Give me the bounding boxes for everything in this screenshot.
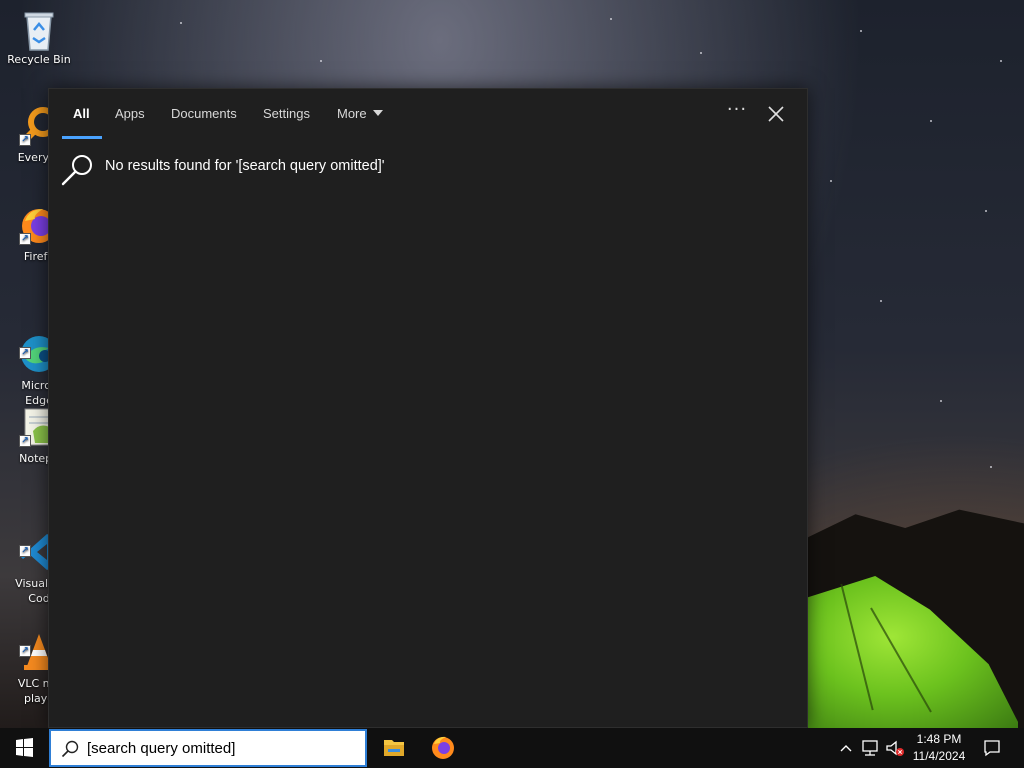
notification-icon xyxy=(984,740,1000,757)
clock-time: 1:48 PM xyxy=(916,732,962,746)
firefox-icon xyxy=(432,736,454,759)
shortcut-arrow-icon: ↗ xyxy=(19,347,31,359)
shortcut-arrow-icon: ↗ xyxy=(19,545,31,557)
shortcut-arrow-icon: ↗ xyxy=(19,233,31,245)
shortcut-arrow-icon: ↗ xyxy=(19,645,31,657)
taskbar-firefox[interactable] xyxy=(421,728,465,768)
search-panel: All Apps Documents Settings More ··· No … xyxy=(48,88,808,728)
show-hidden-icons[interactable] xyxy=(838,738,854,758)
search-tabs: All Apps Documents Settings More ··· xyxy=(49,89,807,139)
network-icon xyxy=(862,740,878,756)
desktop-icon-label: Recycle Bin xyxy=(7,53,71,66)
no-results-text: No results found for '[search query omit… xyxy=(105,158,385,174)
search-input[interactable] xyxy=(87,737,357,759)
chevron-down-icon xyxy=(372,110,383,116)
ellipsis-icon[interactable]: ··· xyxy=(725,101,749,125)
tab-apps[interactable]: Apps xyxy=(115,106,145,121)
taskbar-file-explorer[interactable] xyxy=(372,728,416,768)
taskbar-clock[interactable]: 1:48 PM 11/4/2024 xyxy=(906,731,972,765)
search-icon xyxy=(61,740,79,758)
shortcut-arrow-icon: ↗ xyxy=(19,134,31,146)
tab-settings[interactable]: Settings xyxy=(263,106,310,121)
network-status[interactable] xyxy=(860,738,882,758)
taskbar-search-box[interactable] xyxy=(49,729,367,767)
shortcut-arrow-icon: ↗ xyxy=(19,435,31,447)
file-explorer-icon xyxy=(384,740,404,756)
volume-muted-icon xyxy=(886,740,904,756)
windows-logo-icon xyxy=(16,738,33,757)
tab-documents[interactable]: Documents xyxy=(171,106,237,121)
tab-more[interactable]: More xyxy=(337,106,383,121)
active-tab-indicator xyxy=(62,136,102,139)
clock-date: 11/4/2024 xyxy=(912,749,966,763)
tab-more-label: More xyxy=(337,106,367,121)
chevron-up-icon xyxy=(840,745,852,752)
recycle-bin-icon xyxy=(19,8,59,51)
start-button[interactable] xyxy=(0,728,48,768)
volume-control[interactable] xyxy=(884,738,906,758)
close-icon[interactable] xyxy=(765,103,787,125)
no-results-message: No results found for '[search query omit… xyxy=(61,153,761,189)
tab-all[interactable]: All xyxy=(73,106,90,121)
desktop-icon-recycle-bin[interactable]: Recycle Bin xyxy=(0,8,78,67)
magnifier-icon xyxy=(61,153,95,187)
taskbar: 1:48 PM 11/4/2024 xyxy=(0,728,1024,768)
action-center-button[interactable] xyxy=(982,738,1002,758)
